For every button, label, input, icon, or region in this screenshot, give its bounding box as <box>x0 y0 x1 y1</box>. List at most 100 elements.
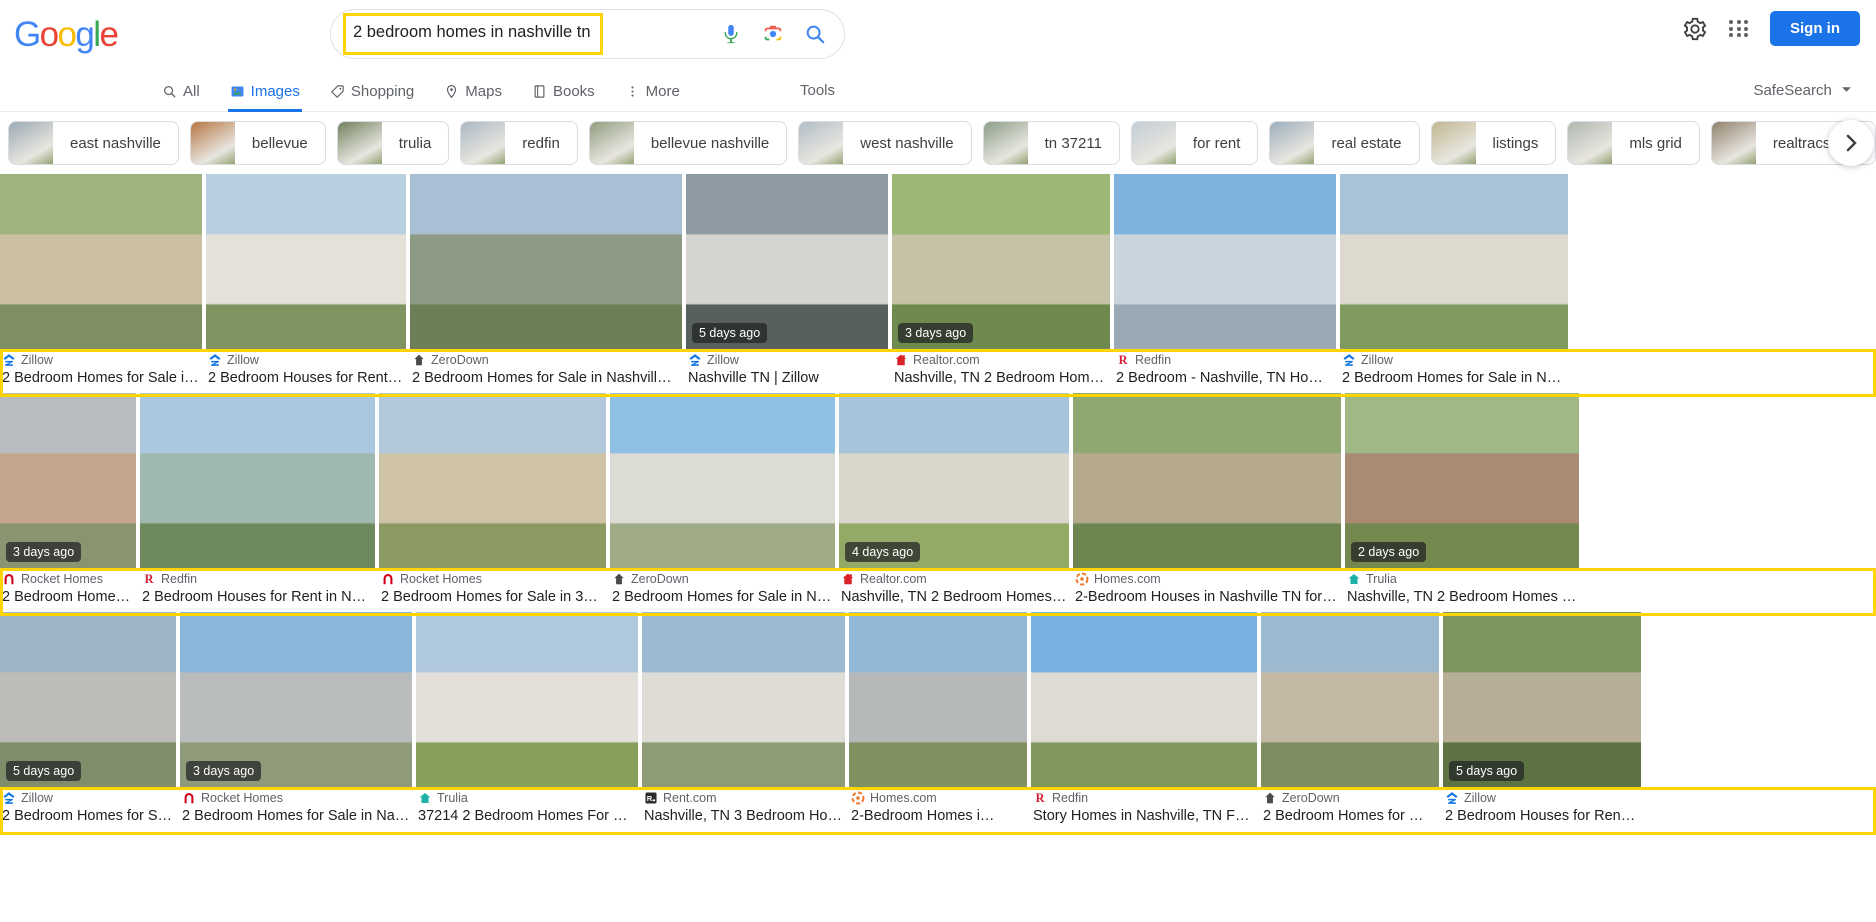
microphone-icon[interactable] <box>720 23 742 45</box>
result-thumbnail[interactable] <box>1340 174 1568 349</box>
result-title[interactable]: 2-Bedroom Homes i… <box>851 807 1025 825</box>
chip-west-nashville[interactable]: west nashville <box>798 121 971 165</box>
search-input[interactable] <box>353 23 595 42</box>
result-title[interactable]: 2 Bedroom Houses for Rent in … <box>1445 807 1639 825</box>
result-thumbnail[interactable]: 3 days ago <box>180 612 412 787</box>
image-result-tile[interactable]: RRent.comNashville, TN 3 Bedroom Houses … <box>642 612 845 827</box>
chip-trulia[interactable]: trulia <box>337 121 450 165</box>
image-result-tile[interactable]: 5 days agoZillow2 Bedroom Homes for Sale… <box>0 612 176 827</box>
image-result-tile[interactable]: ZeroDown2 Bedroom Homes for Sale in Nash… <box>410 174 682 389</box>
chips-scroll-right-button[interactable] <box>1828 120 1874 166</box>
image-result-tile[interactable]: ZeroDown2 Bedroom Homes for Sale in Nash… <box>610 393 835 608</box>
tab-shopping[interactable]: Shopping <box>328 70 416 112</box>
tab-images[interactable]: Images <box>228 70 302 112</box>
result-thumbnail[interactable] <box>1114 174 1336 349</box>
google-lens-icon[interactable] <box>762 23 784 45</box>
tab-books[interactable]: Books <box>530 70 597 112</box>
search-icon[interactable] <box>804 23 826 45</box>
result-source: RRedfin <box>142 572 373 586</box>
result-thumbnail[interactable] <box>416 612 638 787</box>
result-title[interactable]: Nashville, TN 2 Bedroom Homes for Sal… <box>841 588 1067 606</box>
result-thumbnail[interactable] <box>849 612 1027 787</box>
image-result-tile[interactable]: 3 days agoRocket Homes2 Bedroom Homes fo… <box>180 612 412 827</box>
image-result-tile[interactable]: RRedfin2 Bedroom - Nashville, TN Homes f… <box>1114 174 1336 389</box>
chip-redfin[interactable]: redfin <box>460 121 578 165</box>
tab-more[interactable]: More <box>623 70 682 112</box>
result-thumbnail[interactable]: 5 days ago <box>0 612 176 787</box>
result-title[interactable]: 2 Bedroom Homes for Sale in Nashvill… <box>412 369 680 387</box>
image-result-tile[interactable]: Homes.com2-Bedroom Homes i… <box>849 612 1027 827</box>
image-result-tile[interactable]: Homes.com2-Bedroom Houses in Nashville T… <box>1073 393 1341 608</box>
result-title[interactable]: 2 Bedroom Homes for … <box>1263 807 1437 825</box>
result-thumbnail[interactable]: 3 days ago <box>0 393 136 568</box>
chip-tn-37211[interactable]: tn 37211 <box>983 121 1120 165</box>
result-title[interactable]: 2 Bedroom Homes for Sale in Nash… <box>182 807 410 825</box>
image-result-tile[interactable]: Trulia37214 2 Bedroom Homes For Sale | … <box>416 612 638 827</box>
chip-for-rent[interactable]: for rent <box>1131 121 1259 165</box>
result-thumbnail[interactable] <box>1031 612 1257 787</box>
result-title[interactable]: 2 Bedroom Homes fo… <box>2 588 134 606</box>
result-title[interactable]: 2 Bedroom Homes for Sale i… <box>2 807 174 825</box>
result-thumbnail[interactable]: 5 days ago <box>1443 612 1641 787</box>
result-title[interactable]: Nashville TN | Zillow <box>688 369 886 387</box>
image-result-tile[interactable]: 2 days agoTruliaNashville, TN 2 Bedroom … <box>1345 393 1579 608</box>
result-title[interactable]: Nashville, TN 2 Bedroom Homes For Sa… <box>1347 588 1577 606</box>
chip-label: trulia <box>382 135 449 152</box>
google-logo[interactable]: Google <box>14 16 117 54</box>
result-title[interactable]: 2 Bedroom Homes for Sale in Nas… <box>1342 369 1566 387</box>
chip-mls-grid[interactable]: mls grid <box>1567 121 1700 165</box>
result-title[interactable]: 2 Bedroom Houses for Rent in Na… <box>208 369 404 387</box>
safesearch-dropdown[interactable]: SafeSearch <box>1753 82 1852 99</box>
tab-maps[interactable]: Maps <box>442 70 504 112</box>
result-thumbnail[interactable] <box>1073 393 1341 568</box>
result-thumbnail[interactable] <box>642 612 845 787</box>
result-thumbnail[interactable] <box>379 393 606 568</box>
chip-listings[interactable]: listings <box>1431 121 1557 165</box>
result-title[interactable]: 2 Bedroom Houses for Rent in Nashv… <box>142 588 373 606</box>
image-result-tile[interactable]: 5 days ago Zillow Nashville TN | Zillow <box>686 174 888 389</box>
image-result-tile[interactable]: Zillow2 Bedroom Homes for Sale in Nas… <box>0 174 202 389</box>
image-result-tile[interactable]: Rocket Homes2 Bedroom Homes for Sale in … <box>379 393 606 608</box>
search-box[interactable] <box>330 9 845 59</box>
result-source: Zillow <box>688 353 886 367</box>
result-title[interactable]: 2 Bedroom - Nashville, TN Homes for … <box>1116 369 1334 387</box>
chip-real-estate[interactable]: real estate <box>1269 121 1419 165</box>
result-title[interactable]: Nashville, TN 2 Bedroom Homes for Sa… <box>894 369 1108 387</box>
apps-grid-icon[interactable] <box>1726 16 1752 42</box>
result-title[interactable]: Story Homes in Nashville, TN For S… <box>1033 807 1255 825</box>
result-thumbnail[interactable] <box>1261 612 1439 787</box>
result-thumbnail[interactable] <box>206 174 406 349</box>
result-title[interactable]: 2-Bedroom Houses in Nashville TN for … <box>1075 588 1339 606</box>
result-title[interactable]: 2 Bedroom Homes for Sale in Nash… <box>612 588 833 606</box>
image-result-tile[interactable]: ZeroDown2 Bedroom Homes for … <box>1261 612 1439 827</box>
result-thumbnail[interactable] <box>410 174 682 349</box>
result-title[interactable]: 37214 2 Bedroom Homes For Sale | … <box>418 807 636 825</box>
image-result-tile[interactable]: 4 days agoRealtor.comNashville, TN 2 Bed… <box>839 393 1069 608</box>
result-title[interactable]: Nashville, TN 3 Bedroom Houses for … <box>644 807 843 825</box>
chip-east-nashville[interactable]: east nashville <box>8 121 179 165</box>
image-result-tile[interactable]: 3 days agoRocket Homes2 Bedroom Homes fo… <box>0 393 136 608</box>
result-thumbnail[interactable] <box>0 174 202 349</box>
image-result-tile[interactable]: Zillow2 Bedroom Homes for Sale in Nas… <box>1340 174 1568 389</box>
result-thumbnail[interactable]: 3 days ago <box>892 174 1110 349</box>
result-title[interactable]: 2 Bedroom Homes for Sale in Nas… <box>2 369 200 387</box>
tools-button[interactable]: Tools <box>800 82 835 99</box>
zerodown-icon <box>1263 791 1277 805</box>
result-title[interactable]: 2 Bedroom Homes for Sale in 37210, T… <box>381 588 604 606</box>
result-thumbnail[interactable]: 2 days ago <box>1345 393 1579 568</box>
image-result-tile[interactable]: RRedfin 2 Bedroom Houses for Rent in Nash… <box>140 393 375 608</box>
image-result-tile[interactable]: Zillow2 Bedroom Houses for Rent in Na… <box>206 174 406 389</box>
gear-icon[interactable] <box>1682 16 1708 42</box>
result-thumbnail[interactable]: 4 days ago <box>839 393 1069 568</box>
related-searches-chips[interactable]: east nashvillebellevue trulia redfinbellev… <box>0 112 1876 174</box>
tab-all[interactable]: All <box>160 70 202 112</box>
image-result-tile[interactable]: 3 days agoRealtor.comNashville, TN 2 Bed… <box>892 174 1110 389</box>
result-thumbnail[interactable]: 5 days ago <box>686 174 888 349</box>
chip-bellevue[interactable]: bellevue <box>190 121 326 165</box>
result-thumbnail[interactable] <box>610 393 835 568</box>
result-thumbnail[interactable] <box>140 393 375 568</box>
image-result-tile[interactable]: RRedfinStory Homes in Nashville, TN For … <box>1031 612 1257 827</box>
sign-in-button[interactable]: Sign in <box>1770 11 1860 46</box>
image-result-tile[interactable]: 5 days agoZillow2 Bedroom Houses for Ren… <box>1443 612 1641 827</box>
chip-bellevue-nashville[interactable]: bellevue nashville <box>589 121 787 165</box>
